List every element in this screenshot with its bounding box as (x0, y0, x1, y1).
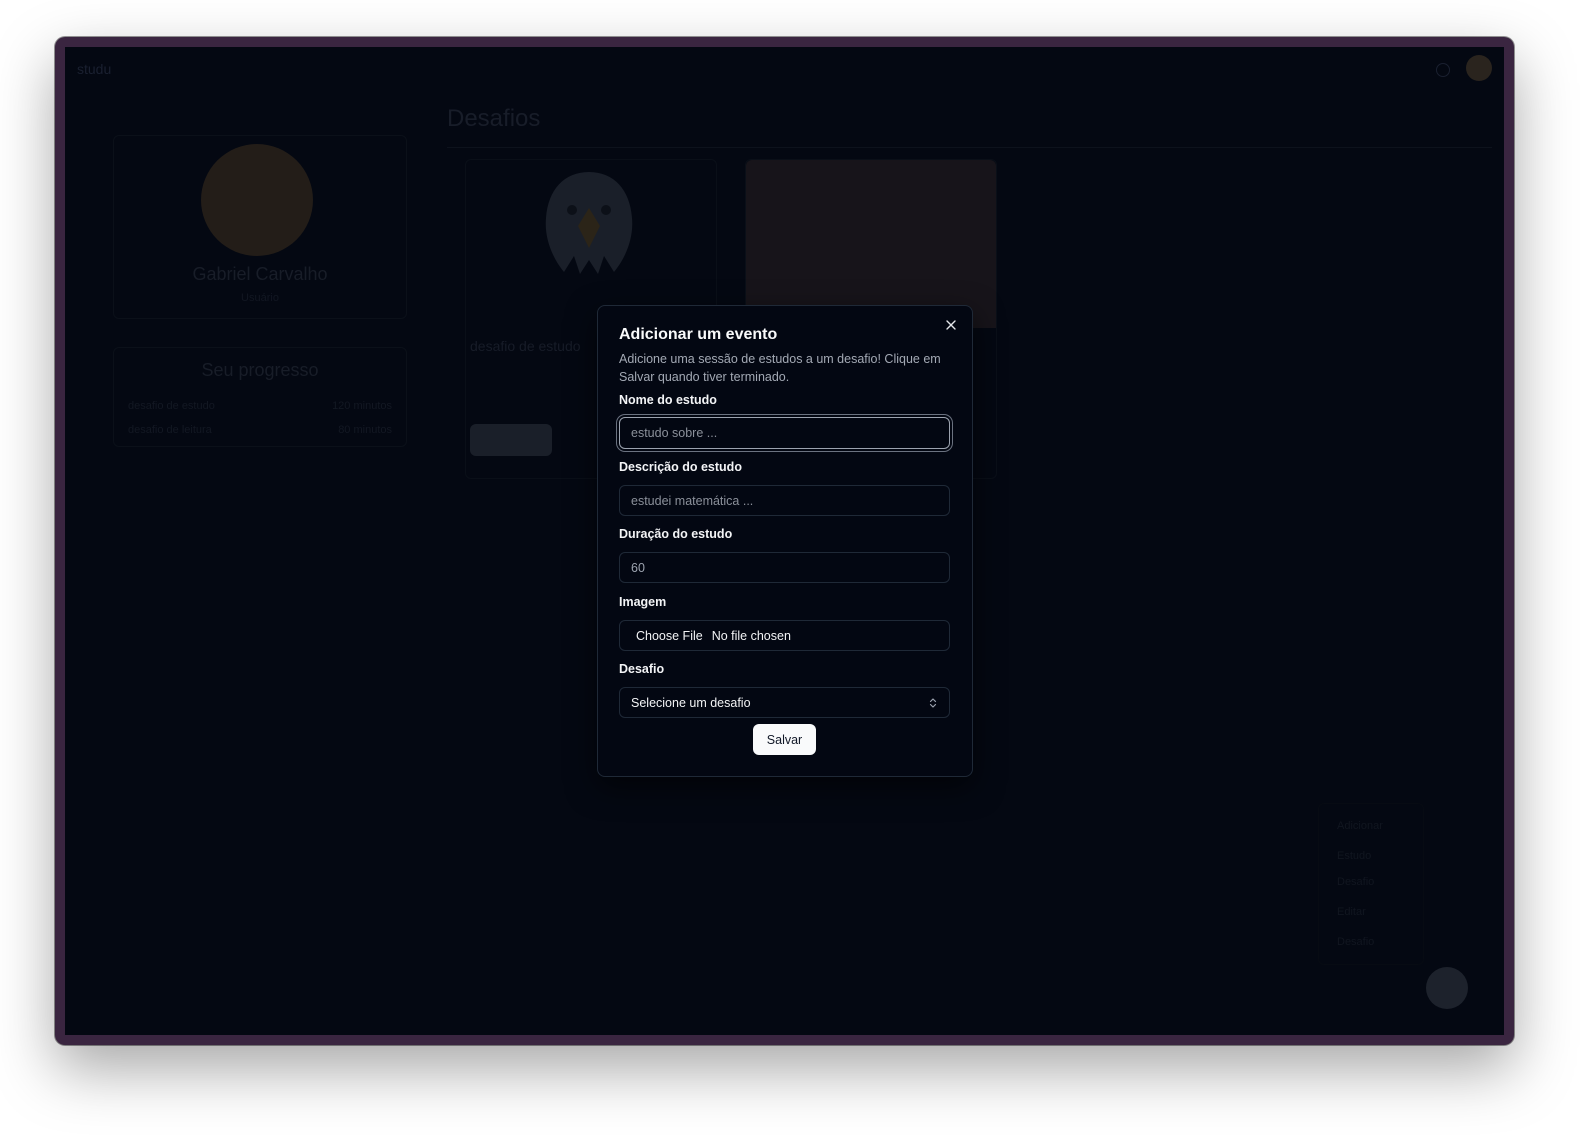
save-button[interactable]: Salvar (753, 724, 816, 755)
profile-card: Gabriel Carvalho Usuário (113, 135, 407, 319)
menu-item-desafio[interactable]: Desafio (1337, 876, 1374, 888)
brand-logo: studu (77, 61, 112, 77)
progress-label: desafio de leitura (128, 424, 212, 436)
progress-label: desafio de estudo (128, 400, 215, 412)
close-icon[interactable] (944, 318, 958, 332)
add-event-dialog: Adicionar um evento Adicione uma sessão … (597, 305, 973, 777)
progress-title: Seu progresso (201, 360, 319, 380)
app-window: studu Desafios Gabriel Carvalho Usuário … (55, 37, 1514, 1045)
study-description-input[interactable] (619, 485, 950, 516)
profile-avatar (201, 144, 313, 256)
study-duration-input[interactable] (619, 552, 950, 583)
menu-item-edit-desafio[interactable]: Desafio (1337, 936, 1374, 948)
challenge-select-value: Selecione um desafio (631, 695, 751, 710)
profile-name: Gabriel Carvalho (192, 264, 328, 284)
name-label: Nome do estudo (619, 393, 717, 407)
progress-row: desafio de leitura 80 minutos (128, 424, 392, 436)
fab-button[interactable] (1426, 967, 1468, 1009)
avatar (1466, 55, 1492, 81)
menu-item-estudo[interactable]: Estudo (1337, 850, 1371, 862)
challenge-label: Desafio (619, 662, 665, 676)
image-label: Imagem (619, 595, 667, 609)
fab-menu: Adicionar Estudo Desafio Editar Desafio (1318, 803, 1424, 965)
study-name-input[interactable] (619, 417, 950, 449)
divider (447, 147, 1492, 148)
eagle-icon (545, 172, 633, 274)
screen: studu Desafios Gabriel Carvalho Usuário … (65, 47, 1504, 1035)
help-icon (1436, 63, 1450, 77)
progress-card: Seu progresso desafio de estudo 120 minu… (113, 347, 407, 447)
dialog-description: Adicione uma sessão de estudos a um desa… (619, 352, 941, 384)
description-label: Descrição do estudo (619, 460, 742, 474)
chevron-up-down-icon (929, 697, 937, 708)
progress-row: desafio de estudo 120 minutos (128, 400, 392, 412)
profile-role: Usuário (241, 292, 279, 304)
file-status: No file chosen (711, 628, 791, 643)
menu-heading: Editar (1337, 906, 1366, 918)
image-file-input[interactable]: Choose File No file chosen (619, 620, 950, 651)
challenge-select[interactable]: Selecione um desafio (619, 687, 950, 718)
challenge-image (746, 160, 996, 328)
page-title: Desafios (447, 105, 541, 132)
duration-label: Duração do estudo (619, 527, 733, 541)
choose-file-button[interactable]: Choose File (636, 629, 703, 643)
view-challenge-button[interactable] (470, 424, 552, 456)
progress-value: 120 minutos (332, 400, 392, 412)
dialog-title: Adicionar um evento (619, 326, 778, 343)
progress-value: 80 minutos (338, 424, 392, 436)
card-title: desafio de estudo (470, 338, 581, 354)
menu-heading: Adicionar (1337, 820, 1383, 832)
